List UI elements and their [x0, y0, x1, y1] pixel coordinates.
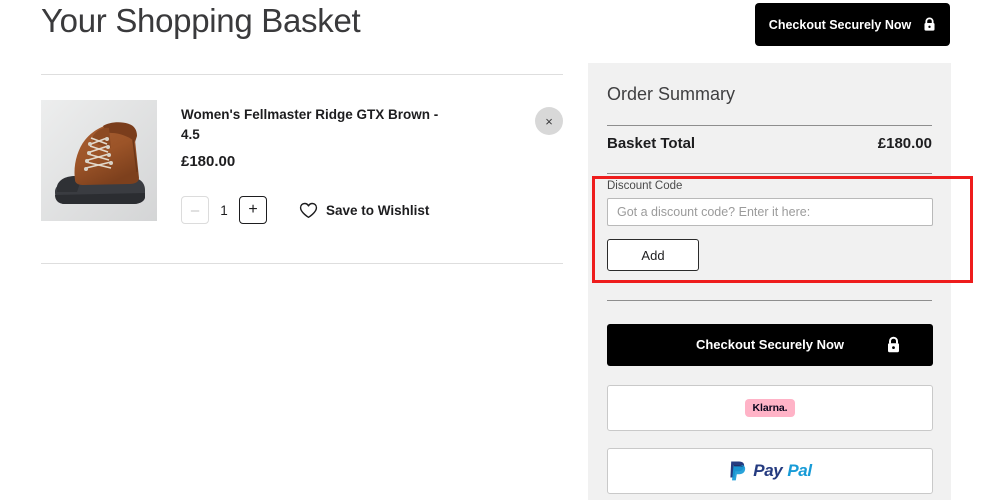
lock-icon [924, 17, 935, 31]
basket-total-label: Basket Total [607, 135, 696, 152]
product-name[interactable]: Women's Fellmaster Ridge GTX Brown - 4.5 [181, 105, 451, 144]
klarna-payment-button[interactable]: Klarna. [607, 385, 933, 431]
close-icon: × [545, 113, 553, 129]
order-summary-title: Order Summary [607, 84, 736, 104]
divider-bottom [41, 263, 563, 264]
top-checkout-label: Checkout Securely Now [768, 17, 912, 32]
paypal-text-pay: Pay [753, 461, 783, 480]
heart-icon [299, 202, 318, 218]
quantity-increase-button[interactable]: + [239, 196, 267, 224]
checkout-label: Checkout Securely Now [695, 337, 845, 352]
discount-code-section: Discount Code Add [607, 180, 933, 271]
wishlist-label: Save to Wishlist [326, 202, 430, 218]
paypal-text-pal: Pal [787, 461, 812, 480]
quantity-decrease-button[interactable]: – [181, 196, 209, 224]
paypal-payment-button[interactable]: Pay Pal [607, 448, 933, 494]
quantity-value: 1 [220, 202, 228, 218]
klarna-logo: Klarna. [744, 399, 796, 417]
summary-rule-3 [607, 300, 932, 301]
discount-code-label: Discount Code [607, 180, 683, 192]
remove-item-button[interactable]: × [535, 107, 563, 135]
paypal-mark-icon [730, 461, 746, 481]
top-checkout-button[interactable]: Checkout Securely Now [755, 3, 950, 46]
product-info: Women's Fellmaster Ridge GTX Brown - 4.5… [181, 105, 451, 170]
order-summary-panel: Order Summary Basket Total £180.00 Disco… [588, 63, 951, 500]
checkout-securely-button[interactable]: Checkout Securely Now [607, 324, 933, 366]
save-to-wishlist-button[interactable]: Save to Wishlist [299, 202, 429, 219]
add-discount-button[interactable]: Add [607, 239, 699, 271]
basket-column: Your Shopping Basket Women's Fellmaster … [0, 0, 588, 500]
product-image[interactable] [41, 100, 157, 221]
shopping-basket-page: Your Shopping Basket Women's Fellmaster … [0, 0, 1000, 500]
divider-top [41, 74, 563, 75]
summary-rule-1 [607, 125, 932, 126]
quantity-stepper: – 1 + Save to Wishlist [181, 196, 429, 224]
page-title: Your Shopping Basket [41, 2, 361, 39]
discount-code-input[interactable] [607, 198, 933, 226]
lock-icon [888, 336, 899, 353]
paypal-logo: Pay Pal [728, 460, 812, 482]
product-price: £180.00 [181, 153, 236, 171]
summary-rule-2 [607, 173, 932, 174]
basket-total-value: £180.00 [877, 135, 932, 152]
